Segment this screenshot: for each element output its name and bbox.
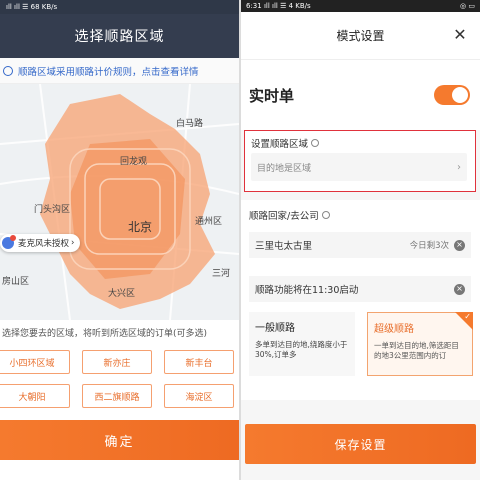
save-settings-button[interactable]: 保存设置 (245, 424, 476, 464)
mode-desc: 一单到达目的地,筛选距目的地3公里范围内的订 (374, 341, 459, 360)
microphone-icon (2, 235, 16, 249)
home-address-field[interactable]: 三里屯太古里 今日剩3次 × (249, 232, 471, 258)
mode-settings-header: 模式设置 ✕ (241, 12, 480, 60)
area-setting-highlight: 设置顺路区域 目的地是区域 › (244, 130, 476, 192)
area-chip[interactable]: 新丰台 (164, 350, 234, 374)
area-chip[interactable]: 海淀区 (164, 384, 234, 408)
map-label-sanhe: 三河 (212, 269, 231, 279)
chevron-right-icon: › (457, 161, 461, 173)
info-icon[interactable] (311, 139, 320, 147)
map-label-baima: 白马路 (176, 119, 204, 129)
realtime-toggle[interactable] (434, 85, 470, 105)
confirm-button[interactable]: 确定 (0, 420, 239, 460)
area-chip[interactable]: 小四环区域 (0, 350, 70, 374)
mic-permission-badge[interactable]: 麦克风未授权 › (0, 234, 81, 252)
map-label-mentougou: 门头沟区 (34, 205, 71, 215)
map-label-fangshan: 房山区 (2, 277, 30, 287)
chevron-right-icon: › (71, 238, 75, 248)
page-title-text: 模式设置 (336, 29, 385, 43)
mode-title: 超级顺路 (374, 324, 414, 335)
info-icon[interactable] (321, 211, 330, 219)
city-map[interactable]: 白马路 回龙观 门头沟区 北京 通州区 房山区 大兴区 三河 麦克风未授权 › (0, 84, 239, 320)
status-bar-right: 6:31 ıll ıll ☰ 4 KB/s ◎ ▭ (241, 0, 480, 12)
mode-option-normal[interactable]: 一般顺路 多单到达目的地,绕路度小于30%,订单多 (249, 312, 355, 376)
mode-desc: 多单到达目的地,绕路度小于30%,订单多 (255, 340, 348, 359)
realtime-label: 实时单 (249, 86, 295, 105)
home-company-section: 顺路回家/去公司 三里屯太古里 今日剩3次 × 顺路功能将在11:30启动 × … (241, 200, 480, 400)
area-chip[interactable]: 西二旗顺路 (82, 384, 152, 408)
home-title: 顺路回家/去公司 (249, 208, 330, 222)
destination-area-selector[interactable]: 目的地是区域 › (251, 153, 467, 181)
area-chip[interactable]: 大朝阳 (0, 384, 70, 408)
home-start-field[interactable]: 顺路功能将在11:30启动 × (249, 276, 471, 302)
page-title: 选择顺路区域 (0, 14, 239, 58)
realtime-row: 实时单 (241, 60, 480, 130)
home-title-text: 顺路回家/去公司 (249, 211, 319, 222)
status-right-icons: ◎ ▭ (460, 2, 475, 10)
notice-text: 顺路区域采用顺路计价规则，点击查看详情 (18, 66, 199, 78)
mode-option-super[interactable]: ✓ 超级顺路 一单到达目的地,筛选距目的地3公里范围内的订 (367, 312, 473, 376)
area-chip[interactable]: 新亦庄 (82, 350, 152, 374)
clear-icon[interactable]: × (454, 283, 465, 295)
home-start-side: × (454, 283, 465, 295)
map-label-huilongguan: 回龙观 (120, 157, 148, 167)
home-start-text: 顺路功能将在11:30启动 (255, 285, 359, 296)
home-address-side: 今日剩3次 × (410, 239, 465, 251)
left-screen: ıll ıll ☰ 68 KB/s ◎ ◎ ▭ 选择顺路区域 顺路区域采用顺路计… (0, 0, 239, 480)
status-bar: ıll ıll ☰ 68 KB/s ◎ ◎ ▭ (0, 0, 239, 14)
area-title: 设置顺路区域 (251, 136, 320, 150)
bottom-spacer (0, 460, 239, 480)
map-label-tongzhou: 通州区 (195, 217, 223, 227)
status-left: ıll ıll ☰ 68 KB/s (6, 3, 58, 11)
map-label-daxing: 大兴区 (108, 289, 136, 299)
info-icon (3, 65, 13, 76)
clear-icon[interactable]: × (454, 239, 465, 251)
home-address: 三里屯太古里 (255, 241, 313, 252)
right-screen: 6:31 ıll ıll ☰ 4 KB/s ◎ ▭ 模式设置 ✕ 实时单 设置顺… (241, 0, 480, 480)
mode-options: 一般顺路 多单到达目的地,绕路度小于30%,订单多 ✓ 超级顺路 一单到达目的地… (249, 312, 473, 376)
close-icon[interactable]: ✕ (450, 24, 470, 44)
mode-title: 一般顺路 (255, 323, 295, 334)
check-icon: ✓ (464, 312, 471, 321)
mic-label: 麦克风未授权 (18, 239, 70, 249)
choose-tip: 选择您要去的区域，将听到所选区域的订单(可多选) (2, 329, 208, 339)
page-title-text: 选择顺路区域 (74, 29, 165, 45)
remaining-count: 今日剩3次 (409, 241, 449, 251)
status-left: 6:31 ıll ıll ☰ 4 KB/s (246, 2, 311, 10)
area-chip-grid: 小四环区域 新亦庄 新丰台 大朝阳 西二旗顺路 海淀区 (0, 350, 239, 408)
area-title-text: 设置顺路区域 (251, 139, 309, 150)
map-label-beijing: 北京 (128, 220, 153, 234)
notice-bar[interactable]: 顺路区域采用顺路计价规则，点击查看详情 (0, 58, 239, 84)
destination-placeholder: 目的地是区域 (257, 163, 312, 174)
